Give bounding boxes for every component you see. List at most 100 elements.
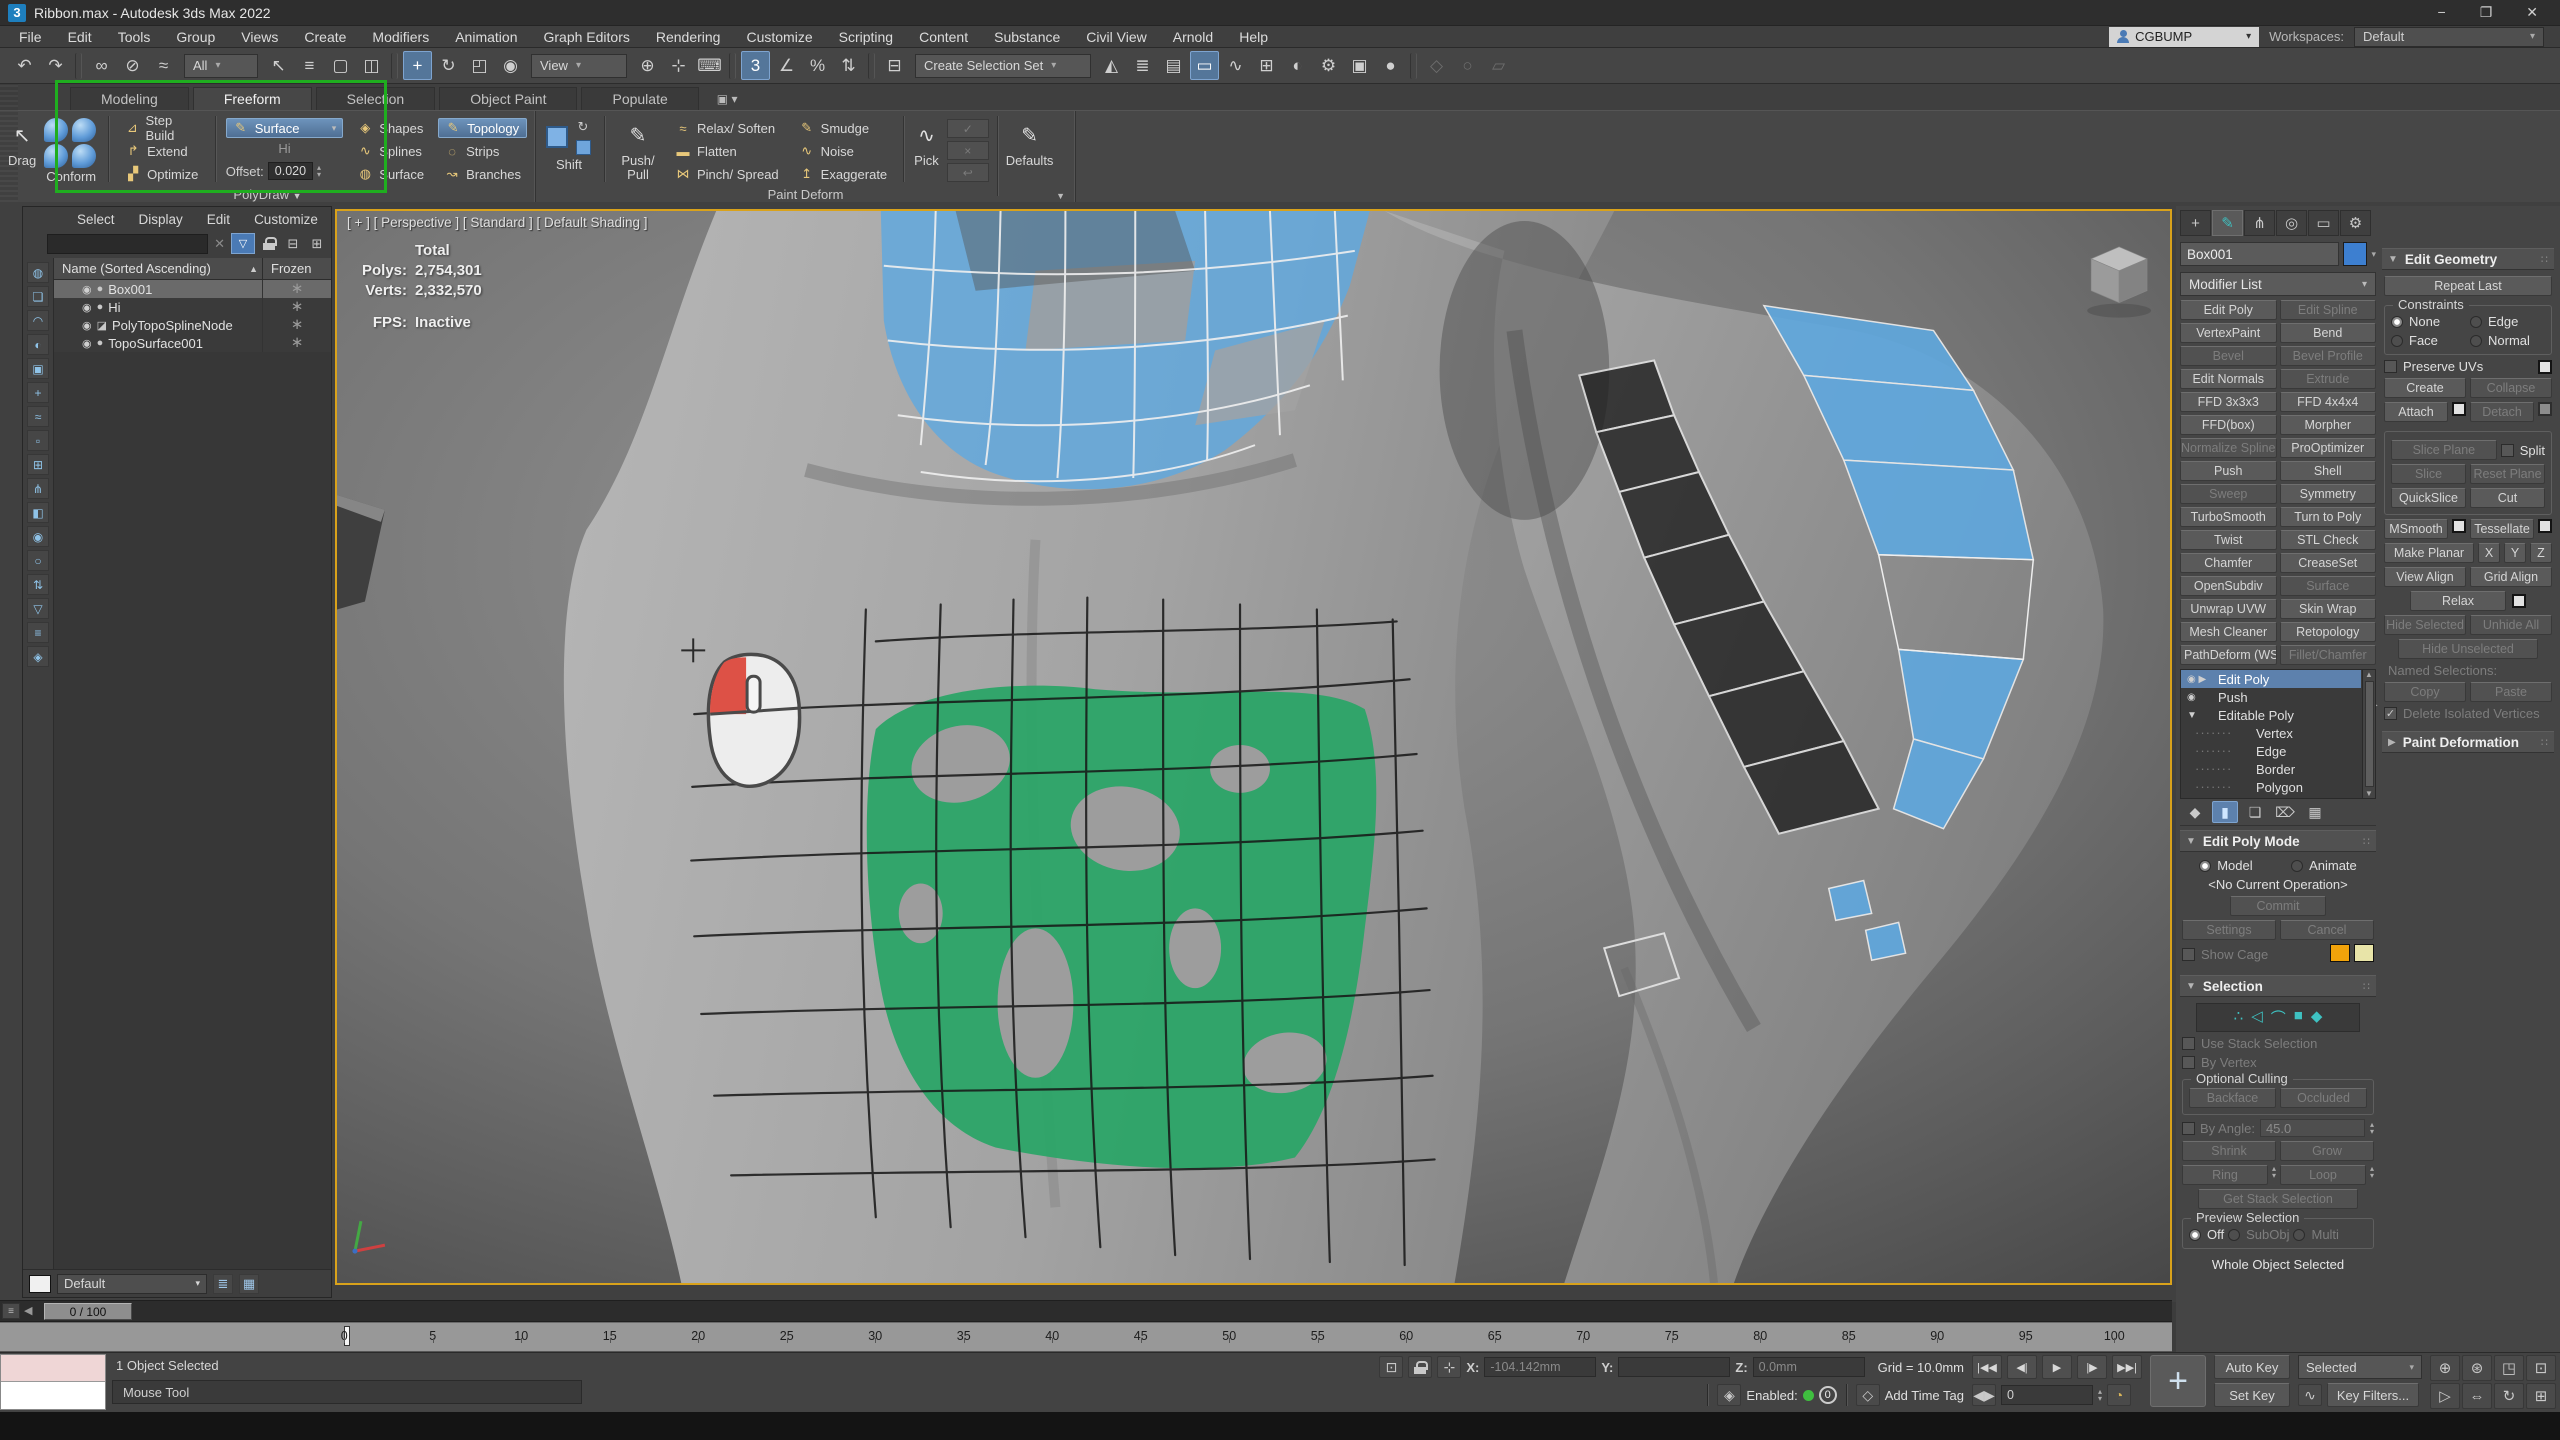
utilities-tab[interactable]: ⚙ bbox=[2340, 210, 2371, 236]
modifier-stack-item[interactable]: Element bbox=[2181, 796, 2361, 799]
constraint-radio[interactable]: None bbox=[2391, 314, 2466, 329]
cancel-button[interactable]: Cancel bbox=[2280, 920, 2374, 940]
cage-selected-color-swatch[interactable] bbox=[2354, 944, 2374, 962]
cancel-icon[interactable]: × bbox=[947, 141, 989, 160]
modifier-button[interactable]: ProOptimizer bbox=[2280, 438, 2377, 458]
flat-view-icon[interactable]: ⊞ bbox=[307, 234, 327, 254]
menu-item[interactable]: Tools bbox=[105, 26, 164, 48]
user-account-dropdown[interactable]: CGBUMP▾ bbox=[2109, 27, 2259, 47]
motion-tab[interactable]: ◎ bbox=[2276, 210, 2307, 236]
ribbon-collapse-icon[interactable]: ▣ ▾ bbox=[717, 92, 738, 110]
menu-item[interactable]: Rendering bbox=[643, 26, 734, 48]
pin-stack-icon[interactable]: ◆ bbox=[2182, 801, 2208, 823]
menu-item[interactable]: Create bbox=[291, 26, 359, 48]
paintdeform-tool-button[interactable]: ↥Exaggerate bbox=[793, 164, 894, 184]
unlink-selection-icon[interactable]: ⊘ bbox=[118, 51, 147, 80]
planar-x-button[interactable]: X bbox=[2478, 543, 2500, 563]
paintdeform-tool-button[interactable]: ≈Relax/ Soften bbox=[669, 118, 785, 138]
copy-button[interactable]: Copy bbox=[2384, 682, 2466, 702]
polydraw-conform-button[interactable]: Conform bbox=[44, 116, 98, 184]
menu-item[interactable]: Customize bbox=[733, 26, 825, 48]
modifier-stack-item[interactable]: Border bbox=[2181, 760, 2361, 778]
modifier-button[interactable]: Twist bbox=[2180, 530, 2277, 550]
modifier-button[interactable]: Fillet/Chamfer bbox=[2280, 645, 2377, 665]
object-name-field[interactable]: Box001 bbox=[2180, 242, 2339, 266]
create-tab[interactable]: + bbox=[2180, 210, 2211, 236]
display-helpers-icon[interactable]: + bbox=[27, 382, 49, 403]
menu-item[interactable]: Views bbox=[228, 26, 291, 48]
commit-icon[interactable]: ✓ bbox=[947, 119, 989, 138]
ribbon-tab[interactable]: Object Paint bbox=[439, 87, 577, 110]
angle-spinner[interactable]: ▴▾ bbox=[2370, 1121, 2374, 1135]
column-name[interactable]: Name (Sorted Ascending)▲ bbox=[54, 258, 263, 279]
modifier-stack-item[interactable]: Edge bbox=[2181, 742, 2361, 760]
isolate-toggle-icon[interactable]: ○ bbox=[1453, 51, 1482, 80]
planar-z-button[interactable]: Z bbox=[2530, 543, 2552, 563]
stack-item-icons[interactable]: ▼ bbox=[2187, 710, 2213, 721]
msmooth-button[interactable]: MSmooth bbox=[2384, 519, 2448, 539]
polydraw-drag-button[interactable]: ↖ Drag bbox=[8, 116, 36, 168]
display-geometry-icon[interactable]: ❏ bbox=[27, 286, 49, 307]
display-groups-icon[interactable]: ▫ bbox=[27, 430, 49, 451]
display-xrefs-icon[interactable]: ⊞ bbox=[27, 454, 49, 475]
explorer-menu-item[interactable]: Edit bbox=[197, 211, 240, 228]
modifier-button[interactable]: CreaseSet bbox=[2280, 553, 2377, 573]
object-color-swatch[interactable] bbox=[2343, 242, 2367, 266]
time-tag-shield-icon[interactable]: ◈ bbox=[1717, 1384, 1741, 1406]
polydraw-panel-label[interactable]: PolyDraw ▼ bbox=[0, 187, 535, 202]
slice-plane-button[interactable]: Slice Plane bbox=[2391, 440, 2497, 460]
edit-geometry-header[interactable]: ▼Edit Geometry∷ bbox=[2382, 248, 2554, 270]
polydraw-topology-button[interactable]: ↝Branches bbox=[438, 164, 527, 184]
visibility-eye-icon[interactable]: ◉ bbox=[82, 337, 92, 350]
use-pivot-point-icon[interactable]: ⊕ bbox=[633, 51, 662, 80]
modifier-button[interactable]: OpenSubdiv bbox=[2180, 576, 2277, 596]
explorer-menu-item[interactable]: Display bbox=[129, 211, 193, 228]
select-and-place-icon[interactable]: ◉ bbox=[496, 51, 525, 80]
revert-icon[interactable]: ↩ bbox=[947, 163, 989, 182]
visibility-eye-icon[interactable]: ◉ bbox=[82, 301, 92, 314]
view-align-button[interactable]: View Align bbox=[2384, 567, 2466, 587]
modifier-button[interactable]: Bevel bbox=[2180, 346, 2277, 366]
time-configuration-icon[interactable]: ◔ bbox=[2107, 1384, 2131, 1406]
workspace-dropdown[interactable]: Default▾ bbox=[2354, 27, 2544, 47]
planar-y-button[interactable]: Y bbox=[2504, 543, 2526, 563]
y-coordinate-field[interactable] bbox=[1618, 1357, 1730, 1377]
time-slider-handle[interactable]: 0 / 100 bbox=[44, 1303, 132, 1320]
display-lights-icon[interactable]: ◐ bbox=[27, 334, 49, 355]
msmooth-settings-box[interactable] bbox=[2452, 519, 2466, 533]
list-options-icon[interactable]: ≣ bbox=[213, 1274, 233, 1294]
cage-color-swatch[interactable] bbox=[2330, 944, 2350, 962]
hierarchy-view-icon[interactable]: ⊟ bbox=[283, 234, 303, 254]
display-cameras-icon[interactable]: ▣ bbox=[27, 358, 49, 379]
pan-icon[interactable]: ⇔ bbox=[2462, 1383, 2492, 1409]
auto-key-button[interactable]: Auto Key bbox=[2214, 1355, 2290, 1379]
cut-button[interactable]: Cut bbox=[2470, 488, 2545, 508]
zoom-extents-icon[interactable]: ◳ bbox=[2494, 1355, 2524, 1381]
sort-icon[interactable]: ⇅ bbox=[27, 574, 49, 595]
detach-settings-box[interactable] bbox=[2538, 402, 2552, 416]
search-filter-icon[interactable]: ▽ bbox=[231, 233, 255, 254]
polydraw-tool-button[interactable]: ▞Optimize bbox=[119, 164, 205, 184]
zoom-icon[interactable]: ⊕ bbox=[2430, 1355, 2460, 1381]
show-cage-checkbox[interactable] bbox=[2182, 948, 2195, 961]
set-keys-button[interactable]: + bbox=[2150, 1355, 2206, 1407]
paintdeform-defaults-button[interactable]: ✎ Defaults bbox=[1006, 116, 1054, 168]
modifier-button[interactable]: PathDeform (WSM bbox=[2180, 645, 2277, 665]
separator[interactable] bbox=[75, 53, 82, 79]
modifier-button[interactable]: Sweep bbox=[2180, 484, 2277, 504]
polydraw-topology-button[interactable]: ◌Strips bbox=[438, 141, 527, 161]
zoom-region-icon[interactable]: ⊡ bbox=[2526, 1355, 2556, 1381]
perspective-viewport[interactable]: [ + ] [ Perspective ] [ Standard ] [ Def… bbox=[335, 209, 2172, 1285]
angle-input[interactable]: 45.0 bbox=[2260, 1119, 2365, 1137]
backface-button[interactable]: Backface bbox=[2189, 1088, 2276, 1108]
display-tab[interactable]: ▭ bbox=[2308, 210, 2339, 236]
tessellate-button[interactable]: Tessellate bbox=[2470, 519, 2534, 539]
paintdeform-tool-button[interactable]: ✎Smudge bbox=[793, 118, 894, 138]
border-subobject-icon[interactable]: ⌒ bbox=[2271, 1007, 2286, 1028]
restore-button[interactable]: ❐ bbox=[2480, 4, 2493, 21]
go-to-end-icon[interactable]: ▶▶| bbox=[2112, 1355, 2142, 1379]
occluded-button[interactable]: Occluded bbox=[2280, 1088, 2367, 1108]
polydraw-shape-button[interactable]: ∿Splines bbox=[351, 141, 430, 161]
use-stack-selection-checkbox[interactable] bbox=[2182, 1037, 2195, 1050]
configure-modifier-sets-icon[interactable]: ▦ bbox=[2302, 801, 2328, 823]
